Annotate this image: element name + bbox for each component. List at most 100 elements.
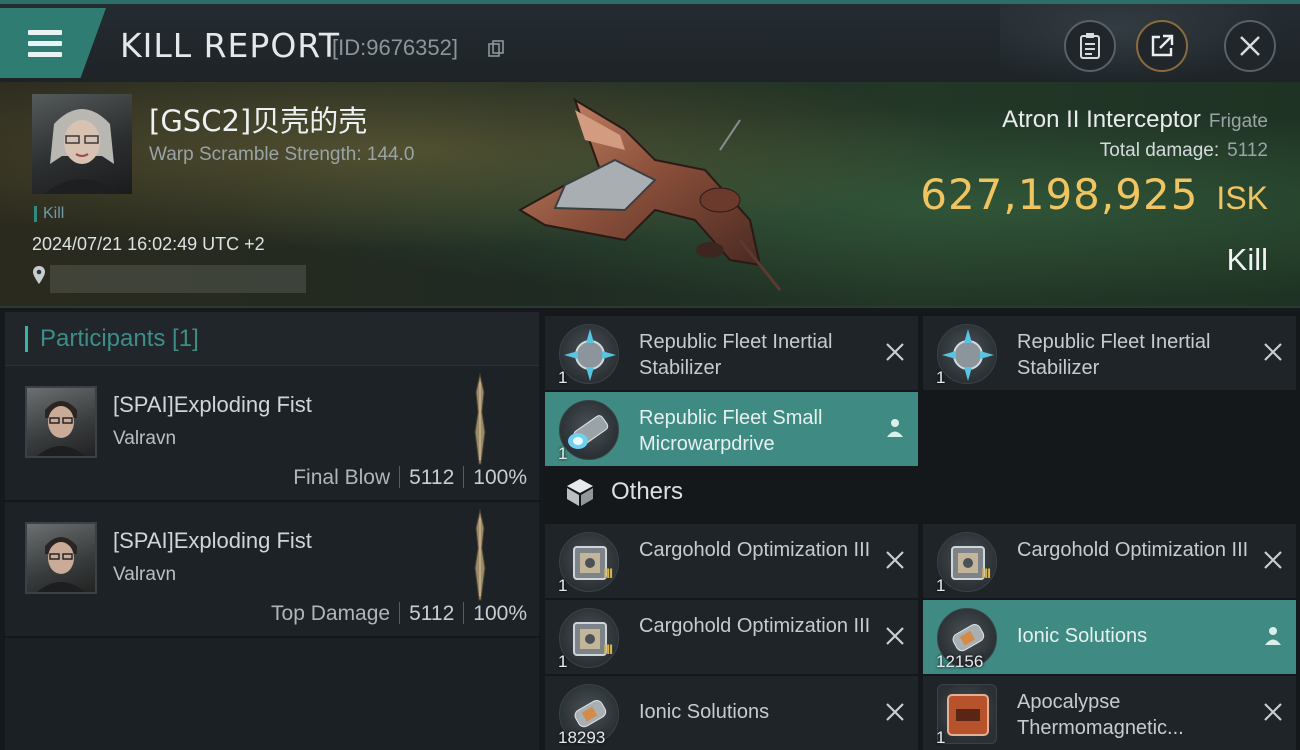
item-slot[interactable]: 1 Republic Fleet Inertial Stabilizer (923, 316, 1296, 390)
meta-level-badge: III (603, 641, 613, 657)
participant-percent: 100% (473, 466, 527, 489)
ship-class: Frigate (1208, 111, 1268, 132)
participant-damage: 5112 (409, 466, 455, 489)
victim-portrait[interactable] (32, 94, 132, 194)
item-quantity: 1 (936, 368, 946, 387)
header-bar: KILL REPORT [ID:9676352] (0, 0, 1300, 86)
destroyed-icon (1264, 551, 1282, 569)
stat-divider (399, 602, 401, 624)
dropped-person-icon (887, 419, 903, 437)
item-slot[interactable]: 1 Apocalypse Thermomagnetic... (923, 676, 1296, 750)
item-quantity: 1 (558, 576, 568, 595)
participant-row[interactable]: [SPAI]Exploding Fist Valravn Top Damage 5… (5, 502, 539, 638)
copy-icon[interactable] (488, 40, 504, 58)
destroyed-icon (886, 703, 904, 721)
menu-button[interactable] (0, 8, 106, 78)
total-damage: Total damage: 5112 (1100, 140, 1268, 162)
participant-row[interactable]: [SPAI]Exploding Fist Valravn Final Blow 5… (5, 366, 539, 502)
warp-scramble-strength: Warp Scramble Strength: 144.0 (149, 144, 415, 165)
stat-divider (463, 466, 465, 488)
ship-name[interactable]: Atron II Interceptor Frigate (1002, 106, 1268, 134)
participant-name[interactable]: [SPAI]Exploding Fist (113, 392, 312, 418)
menu-icon (28, 30, 62, 58)
destroyed-icon (1264, 703, 1282, 721)
share-icon (1151, 34, 1174, 57)
item-slot[interactable]: 18293 Ionic Solutions (545, 676, 918, 750)
item-name: Ionic Solutions (1017, 625, 1148, 647)
victim-avatar (44, 109, 120, 194)
participant-corp: Valravn (113, 564, 177, 585)
attacker-portrait (37, 537, 85, 592)
close-icon (1240, 36, 1260, 56)
item-quantity: 1 (558, 444, 568, 463)
item-name: Republic Fleet Inertial Stabilizer (639, 331, 833, 379)
victim-banner: [GSC2]贝壳的壳 Warp Scramble Strength: 144.0… (0, 82, 1300, 308)
top-damage-label: Top Damage (271, 602, 391, 625)
dropped-person-icon (1265, 627, 1281, 645)
kill-result: Kill (1226, 242, 1268, 277)
weapon-icon (474, 509, 486, 601)
stat-divider (399, 466, 401, 488)
item-quantity: 1 (936, 576, 946, 595)
item-name: Ionic Solutions (639, 701, 770, 723)
rig-icon: III (559, 532, 619, 592)
isk-unit: ISK (1216, 180, 1268, 216)
page-title: KILL REPORT (120, 26, 340, 65)
microwarpdrive-icon (559, 400, 619, 460)
inertial-stabilizer-icon (937, 324, 997, 384)
item-name: Apocalypse Thermomagnetic... (1017, 691, 1184, 739)
attacker-portrait (37, 401, 85, 456)
participant-stats: Top Damage 5112 100% (271, 602, 527, 626)
share-button[interactable] (1136, 20, 1188, 72)
destroyed-icon (886, 343, 904, 361)
stat-divider (463, 602, 465, 624)
participants-panel: Participants [1] [SPAI]Exploding Fist Va… (5, 312, 539, 750)
item-name: Republic Fleet Inertial Stabilizer (1017, 331, 1211, 379)
total-damage-value: 5112 (1227, 140, 1268, 161)
victim-name[interactable]: [GSC2]贝壳的壳 (149, 98, 367, 140)
others-heading: Others (545, 464, 1300, 520)
clipboard-icon (1080, 33, 1100, 59)
participants-heading: Participants [1] (5, 312, 539, 366)
participant-stats: Final Blow 5112 100% (293, 466, 527, 490)
participant-avatar[interactable] (25, 522, 97, 594)
kill-datetime: 2024/07/21 16:02:49 UTC +2 (32, 234, 265, 254)
isk-value: 627,198,925 (920, 170, 1199, 219)
final-blow-label: Final Blow (293, 466, 391, 489)
item-quantity: 1 (936, 728, 946, 747)
meta-level-badge: III (981, 565, 991, 581)
participant-corp: Valravn (113, 428, 177, 449)
isk-row: 627,198,925 ISK (920, 170, 1268, 219)
participants-heading-text: Participants [1] (40, 324, 199, 352)
item-slot[interactable]: 1 Republic Fleet Inertial Stabilizer (545, 316, 918, 390)
item-quantity: 18293 (558, 728, 606, 747)
ship-image (518, 97, 782, 291)
item-slot[interactable]: III 1 Cargohold Optimization III (545, 524, 918, 598)
participant-avatar[interactable] (25, 386, 97, 458)
rig-icon: III (559, 608, 619, 668)
cube-icon (567, 479, 593, 506)
destroyed-icon (886, 627, 904, 645)
clipboard-button[interactable] (1064, 20, 1116, 72)
item-slot[interactable]: III 1 Cargohold Optimization III (545, 600, 918, 674)
rig-icon: III (937, 532, 997, 592)
item-quantity: 1 (558, 368, 568, 387)
item-slot[interactable]: 1 Republic Fleet Small Microwarpdrive (545, 392, 918, 466)
location-field[interactable] (50, 265, 306, 293)
inertial-stabilizer-icon (559, 324, 619, 384)
blueprint-icon (937, 684, 997, 744)
participant-damage: 5112 (409, 602, 455, 625)
participant-name[interactable]: [SPAI]Exploding Fist (113, 528, 312, 554)
item-quantity: 12156 (936, 652, 984, 671)
item-slot[interactable]: 12156 Ionic Solutions (923, 600, 1296, 674)
destroyed-icon (886, 551, 904, 569)
location-pin-icon (33, 266, 45, 284)
items-panel: 1 Republic Fleet Inertial Stabilizer 1 R… (545, 312, 1300, 750)
heading-accent-bar (25, 325, 28, 352)
total-damage-label: Total damage: (1099, 140, 1220, 161)
item-slot[interactable]: III 1 Cargohold Optimization III (923, 524, 1296, 598)
item-quantity: 1 (558, 652, 568, 671)
close-button[interactable] (1224, 20, 1276, 72)
destroyed-icon (1264, 343, 1282, 361)
ship-name-text: Atron II Interceptor (1002, 106, 1201, 133)
